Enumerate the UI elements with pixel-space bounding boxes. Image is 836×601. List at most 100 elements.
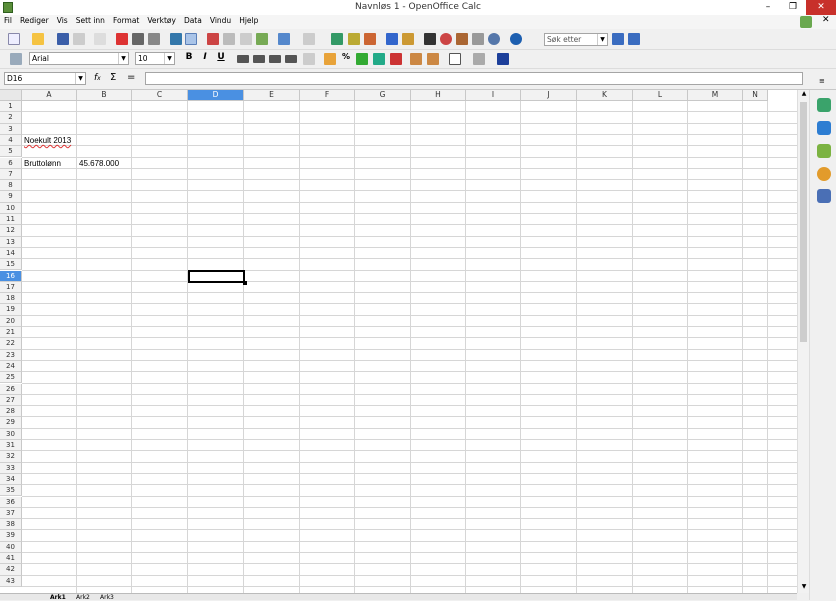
row-header[interactable]: 18 <box>0 293 22 305</box>
row-header[interactable]: 21 <box>0 327 22 339</box>
row-header[interactable]: 41 <box>0 553 22 565</box>
cell-a6[interactable]: Bruttolønn <box>23 158 61 169</box>
spellcheck-icon[interactable] <box>170 33 182 45</box>
select-all-corner[interactable] <box>0 90 22 101</box>
column-header-a[interactable]: A <box>22 90 77 101</box>
column-header-n[interactable]: N <box>743 90 768 101</box>
scroll-down-icon[interactable]: ▼ <box>799 583 809 593</box>
scroll-up-icon[interactable]: ▲ <box>799 90 809 100</box>
clone-format-icon[interactable] <box>256 33 268 45</box>
autospellcheck-icon[interactable] <box>185 33 197 45</box>
underline-button[interactable]: U <box>215 52 227 62</box>
zoom-icon[interactable] <box>488 33 500 45</box>
row-header[interactable]: 24 <box>0 360 22 373</box>
standard-format-icon[interactable] <box>356 53 368 65</box>
chevron-down-icon[interactable]: ▼ <box>164 53 174 64</box>
hyperlink-icon[interactable] <box>331 33 343 45</box>
row-header[interactable]: 27 <box>0 394 22 407</box>
data-sources-icon[interactable] <box>472 33 484 45</box>
function-wizard-icon[interactable]: fx <box>94 73 101 83</box>
navigator-icon[interactable] <box>440 33 452 45</box>
sum-icon[interactable]: Σ <box>110 72 116 83</box>
row-header[interactable]: 20 <box>0 315 22 327</box>
undo-icon[interactable] <box>278 33 290 45</box>
row-header[interactable]: 16 <box>0 270 22 282</box>
styles-icon[interactable] <box>10 53 22 65</box>
draw-functions-icon[interactable] <box>402 33 414 45</box>
row-header[interactable]: 15 <box>0 259 22 271</box>
column-header-l[interactable]: L <box>633 90 688 101</box>
row-header[interactable]: 10 <box>0 202 22 214</box>
row-header[interactable]: 37 <box>0 507 22 520</box>
row-header[interactable]: 31 <box>0 440 22 452</box>
edit-file-icon[interactable] <box>94 33 106 45</box>
align-center-icon[interactable] <box>253 55 265 63</box>
menu-sett-inn[interactable]: Sett inn <box>72 15 109 25</box>
row-header[interactable]: 23 <box>0 349 22 361</box>
export-pdf-icon[interactable] <box>116 33 128 45</box>
formula-input[interactable] <box>145 72 803 85</box>
font-color-icon[interactable] <box>497 53 509 65</box>
row-header[interactable]: 38 <box>0 519 22 531</box>
column-header-k[interactable]: K <box>577 90 633 101</box>
column-header-c[interactable]: C <box>132 90 188 101</box>
column-header-m[interactable]: M <box>688 90 743 101</box>
column-header-d[interactable]: D <box>188 90 244 101</box>
align-right-icon[interactable] <box>269 55 281 63</box>
row-header[interactable]: 39 <box>0 530 22 542</box>
row-header[interactable]: 36 <box>0 496 22 508</box>
cut-icon[interactable] <box>207 33 219 45</box>
row-header[interactable]: 13 <box>0 236 22 248</box>
row-header[interactable]: 11 <box>0 214 22 226</box>
column-header-h[interactable]: H <box>411 90 466 101</box>
sidebar-navigator-icon[interactable] <box>817 167 831 181</box>
row-header[interactable]: 35 <box>0 485 22 497</box>
row-header[interactable]: 32 <box>0 451 22 463</box>
font-name-field[interactable]: Arial ▼ <box>29 52 129 65</box>
row-header[interactable]: 33 <box>0 462 22 474</box>
sort-descending-icon[interactable] <box>364 33 376 45</box>
sort-ascending-icon[interactable] <box>348 33 360 45</box>
row-header[interactable]: 25 <box>0 372 22 384</box>
row-header[interactable]: 12 <box>0 225 22 237</box>
row-header[interactable]: 7 <box>0 168 22 181</box>
row-header[interactable]: 43 <box>0 575 22 587</box>
row-header[interactable]: 34 <box>0 473 22 486</box>
sidebar-menu-icon[interactable]: ≡ <box>819 77 825 85</box>
find-previous-icon[interactable] <box>628 33 640 45</box>
email-icon[interactable] <box>73 33 85 45</box>
row-header[interactable]: 30 <box>0 428 22 440</box>
menu-vis[interactable]: Vis <box>53 15 72 25</box>
copy-icon[interactable] <box>223 33 235 45</box>
add-decimal-icon[interactable] <box>373 53 385 65</box>
sidebar-gallery-icon[interactable] <box>817 144 831 158</box>
function-icon[interactable]: = <box>127 72 135 83</box>
decrease-indent-icon[interactable] <box>410 53 422 65</box>
help-icon[interactable] <box>510 33 522 45</box>
row-header[interactable]: 8 <box>0 180 22 192</box>
column-header-f[interactable]: F <box>300 90 355 101</box>
paste-icon[interactable] <box>240 33 252 45</box>
cell-b6[interactable]: 45.678.000 <box>78 158 119 169</box>
font-size-field[interactable]: 10 ▼ <box>135 52 175 65</box>
menu-rediger[interactable]: Rediger <box>16 15 53 25</box>
column-header-j[interactable]: J <box>521 90 577 101</box>
row-header[interactable]: 14 <box>0 247 22 260</box>
properties-icon[interactable] <box>817 98 831 112</box>
row-header[interactable]: 5 <box>0 146 22 158</box>
row-header[interactable]: 4 <box>0 134 22 147</box>
borders-icon[interactable] <box>449 53 461 65</box>
column-header-b[interactable]: B <box>77 90 132 101</box>
column-header-e[interactable]: E <box>244 90 300 101</box>
print-preview-icon[interactable] <box>148 33 160 45</box>
bold-button[interactable]: B <box>183 52 195 62</box>
menu-data[interactable]: Data <box>180 15 206 25</box>
menu-hjelp[interactable]: Hjelp <box>235 15 262 25</box>
gallery-icon[interactable] <box>456 33 468 45</box>
row-header[interactable]: 28 <box>0 406 22 418</box>
delete-decimal-icon[interactable] <box>390 53 402 65</box>
justify-icon[interactable] <box>285 55 297 63</box>
close-button[interactable]: ✕ <box>806 0 836 15</box>
chevron-down-icon[interactable]: ▼ <box>118 53 128 64</box>
background-color-icon[interactable] <box>473 53 485 65</box>
